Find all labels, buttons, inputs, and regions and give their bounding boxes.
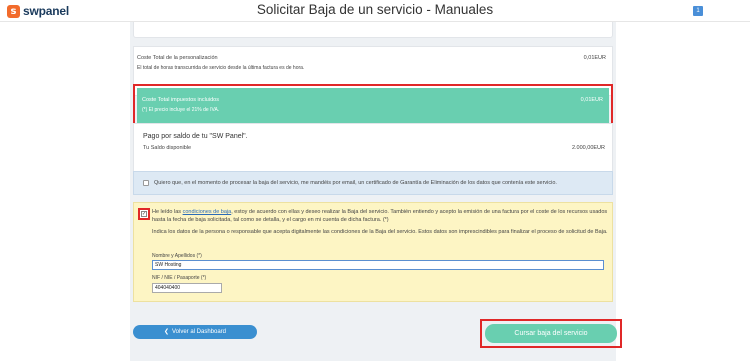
nif-label: NIF / NIE / Pasaporte (*) — [152, 275, 207, 281]
terms-checkbox[interactable]: ✓ — [141, 211, 147, 217]
submit-button-highlight: Cursar baja del servicio — [480, 319, 622, 348]
balance-payment-card: Pago por saldo de tu "SW Panel". Tu Sald… — [133, 123, 613, 177]
top-bar: s swpanel Solicitar Baja de un servicio … — [0, 0, 750, 22]
available-balance-amount: 2.000,00EUR — [571, 145, 605, 151]
user-badge[interactable]: 1 — [693, 6, 703, 16]
main-content: Coste Total de la personalización El tot… — [130, 22, 622, 361]
nif-field[interactable] — [152, 283, 222, 293]
personalization-cost-amount: 0,01EUR — [583, 55, 606, 61]
certificate-label: Quiero que, en el momento de procesar la… — [154, 180, 557, 186]
name-field[interactable] — [152, 260, 604, 270]
total-cost-title: Coste Total impuestos incluidos — [142, 97, 219, 103]
terms-text-before: He leído las — [152, 209, 183, 215]
back-to-dashboard-label: Volver al Dashboard — [171, 329, 227, 335]
total-cost-amount: 0,01EUR — [580, 97, 603, 103]
back-to-dashboard-button[interactable]: ❮ Volver al Dashboard — [133, 325, 257, 339]
terms-hint: Indica los datos de la persona o respons… — [152, 229, 608, 235]
terms-label: He leído las condiciones de baja, estoy … — [152, 209, 612, 224]
personalization-cost-subtitle: El total de horas transcurrida de servic… — [137, 65, 305, 71]
available-balance-label: Tu Saldo disponible — [143, 145, 192, 151]
page-title: Solicitar Baja de un servicio - Manuales — [256, 2, 494, 17]
chevron-left-icon: ❮ — [163, 328, 169, 335]
terms-link[interactable]: condiciones de baja — [183, 209, 232, 215]
submit-cancellation-button[interactable]: Cursar baja del servicio — [485, 324, 617, 343]
certificate-option-card: Quiero que, en el momento de procesar la… — [133, 171, 613, 195]
certificate-checkbox[interactable] — [143, 180, 149, 186]
total-cost-subtitle: (*) El precio incluye el 21% de IVA. — [142, 107, 220, 113]
previous-card — [133, 22, 613, 38]
personalization-cost-title: Coste Total de la personalización — [137, 55, 218, 61]
terms-card: ✓ He leído las condiciones de baja, esto… — [133, 202, 613, 302]
balance-payment-title: Pago por saldo de tu "SW Panel". — [143, 133, 248, 140]
name-label: Nombre y Apellidos (*) — [152, 253, 202, 259]
terms-checkbox-highlight: ✓ — [138, 208, 150, 220]
